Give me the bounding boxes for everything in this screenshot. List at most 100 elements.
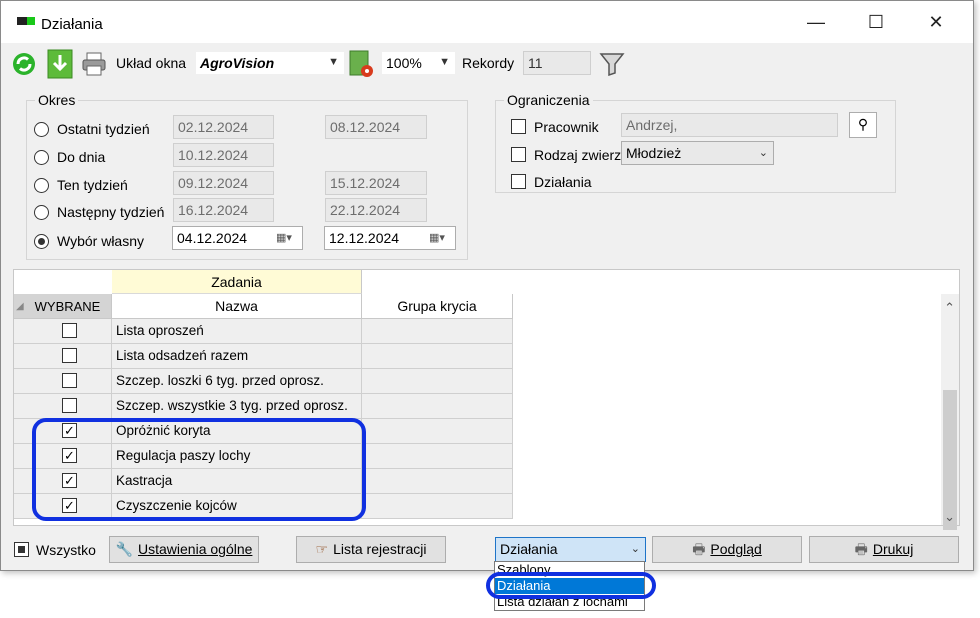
group-cell <box>362 494 513 519</box>
binoculars-icon: ⚲ <box>857 116 869 132</box>
selected-cell <box>14 369 112 394</box>
dropdown-option-highlight <box>486 572 656 599</box>
title-bar: Działania — ☐ ✕ <box>1 1 973 43</box>
pracownik-label: Pracownik <box>534 119 599 135</box>
chevron-down-icon: ⌄ <box>758 147 768 159</box>
hand-icon: ☞ <box>315 541 329 557</box>
registry-button-label: Lista rejestracji <box>333 541 427 557</box>
task-name-cell: Lista odsadzeń razem <box>112 344 362 369</box>
pracownik-checkbox[interactable] <box>511 119 526 134</box>
report-type-select[interactable]: Działania ⌄ <box>495 537 646 562</box>
app-icon <box>17 17 35 25</box>
zoom-select[interactable]: 100% ▼ <box>381 51 456 75</box>
selected-cell <box>14 344 112 369</box>
registry-button[interactable]: ☞ Lista rejestracji <box>296 536 446 563</box>
corner-triangle-icon: ◢ <box>16 301 24 312</box>
table-row[interactable]: Lista oproszeń <box>14 319 513 344</box>
next-week-to: 22.12.2024 <box>325 198 427 222</box>
rodzaj-value: Młodzież <box>626 145 682 161</box>
group-cell <box>362 469 513 494</box>
indeterminate-mark <box>18 546 25 553</box>
printer-icon[interactable] <box>81 51 107 77</box>
group-cell <box>362 369 513 394</box>
dzialania-checkbox[interactable] <box>511 174 526 189</box>
printer-icon: 🖶 <box>854 541 868 557</box>
zoom-value: 100% <box>386 55 422 71</box>
to-date-from: 10.12.2024 <box>173 143 274 167</box>
select-all-checkbox[interactable] <box>14 542 29 557</box>
radio-to-date[interactable] <box>34 150 49 165</box>
download-icon[interactable] <box>47 49 73 79</box>
row-checkbox[interactable] <box>62 398 77 413</box>
chevron-down-icon: ▼ <box>328 56 339 68</box>
scroll-down-icon[interactable]: ⌄ <box>944 509 955 525</box>
records-label: Rekordy <box>462 55 515 71</box>
last-week-from: 02.12.2024 <box>173 115 274 139</box>
pracownik-field: Andrzej, <box>621 113 838 137</box>
rodzaj-select[interactable]: Młodzież ⌄ <box>621 141 774 165</box>
dzialania-label: Działania <box>534 174 592 190</box>
print-button[interactable]: 🖶 Drukuj <box>809 536 959 563</box>
settings-button[interactable]: 🔧 Ustawienia ogólne <box>109 536 259 563</box>
preview-button-label: Podgląd <box>710 541 762 557</box>
okres-title: Okres <box>35 92 79 108</box>
layout-label: Układ okna <box>116 55 187 71</box>
column-group[interactable]: Grupa krycia <box>362 294 513 319</box>
next-week-label: Następny tydzień <box>57 204 165 220</box>
selected-cell <box>14 319 112 344</box>
calendar-icon[interactable]: ▦▾ <box>276 231 298 246</box>
task-name-cell: Szczep. wszystkie 3 tyg. przed oprosz. <box>112 394 362 419</box>
checked-rows-highlight <box>32 418 366 521</box>
preview-button[interactable]: 🖶 Podgląd <box>652 536 802 563</box>
report-type-value: Działania <box>500 541 558 557</box>
ograniczenia-title: Ograniczenia <box>504 92 593 108</box>
radio-last-week[interactable] <box>34 122 49 137</box>
group-cell <box>362 344 513 369</box>
binoculars-button[interactable]: ⚲ <box>849 112 877 138</box>
maximize-button[interactable]: ☐ <box>853 7 899 37</box>
minimize-button[interactable]: — <box>793 7 839 37</box>
window-title: Działania <box>41 16 103 33</box>
layout-select[interactable]: AgroVision ▼ <box>195 51 345 75</box>
radio-custom[interactable] <box>34 234 49 249</box>
task-name-cell: Szczep. loszki 6 tyg. przed oprosz. <box>112 369 362 394</box>
scroll-up-icon[interactable]: ⌃ <box>944 300 955 316</box>
records-count: 11 <box>523 51 591 75</box>
calendar-icon[interactable]: ▦▾ <box>429 231 451 246</box>
table-row[interactable]: Lista odsadzeń razem <box>14 344 513 369</box>
vertical-scrollbar[interactable]: ⌃ ⌄ <box>941 294 959 530</box>
filter-icon[interactable] <box>599 52 625 76</box>
column-name[interactable]: Nazwa <box>112 294 362 319</box>
select-all-label: Wszystko <box>36 542 96 558</box>
refresh-icon[interactable] <box>11 51 37 77</box>
custom-from-value: 04.12.2024 <box>177 230 248 246</box>
table-row[interactable]: Szczep. wszystkie 3 tyg. przed oprosz. <box>14 394 513 419</box>
custom-label: Wybór własny <box>57 233 145 249</box>
rodzaj-checkbox[interactable] <box>511 147 526 162</box>
custom-to-date[interactable]: 12.12.2024 ▦▾ <box>324 226 456 250</box>
this-week-to: 15.12.2024 <box>325 171 427 195</box>
selected-cell <box>14 394 112 419</box>
row-checkbox[interactable] <box>62 323 77 338</box>
group-cell <box>362 319 513 344</box>
layout-settings-icon[interactable] <box>348 49 374 79</box>
custom-from-date[interactable]: 04.12.2024 ▦▾ <box>172 226 303 250</box>
this-week-label: Ten tydzień <box>57 177 128 193</box>
radio-next-week[interactable] <box>34 205 49 220</box>
next-week-from: 16.12.2024 <box>173 198 274 222</box>
last-week-label: Ostatni tydzień <box>57 121 150 137</box>
print-button-label: Drukuj <box>872 541 914 557</box>
wrench-icon: 🔧 <box>115 541 134 557</box>
toolbar: Układ okna AgroVision ▼ 100% ▼ Rekordy 1… <box>1 43 973 83</box>
chevron-down-icon: ⌄ <box>630 543 640 555</box>
last-week-to: 08.12.2024 <box>325 115 427 139</box>
table-row[interactable]: Szczep. loszki 6 tyg. przed oprosz. <box>14 369 513 394</box>
column-selected[interactable]: ◢ WYBRANE <box>14 294 112 319</box>
settings-button-label: Ustawienia ogólne <box>138 541 253 557</box>
row-checkbox[interactable] <box>62 373 77 388</box>
radio-this-week[interactable] <box>34 178 49 193</box>
column-selected-label: WYBRANE <box>34 299 101 314</box>
row-checkbox[interactable] <box>62 348 77 363</box>
printer-icon: 🖶 <box>692 541 706 557</box>
close-button[interactable]: ✕ <box>913 7 959 37</box>
